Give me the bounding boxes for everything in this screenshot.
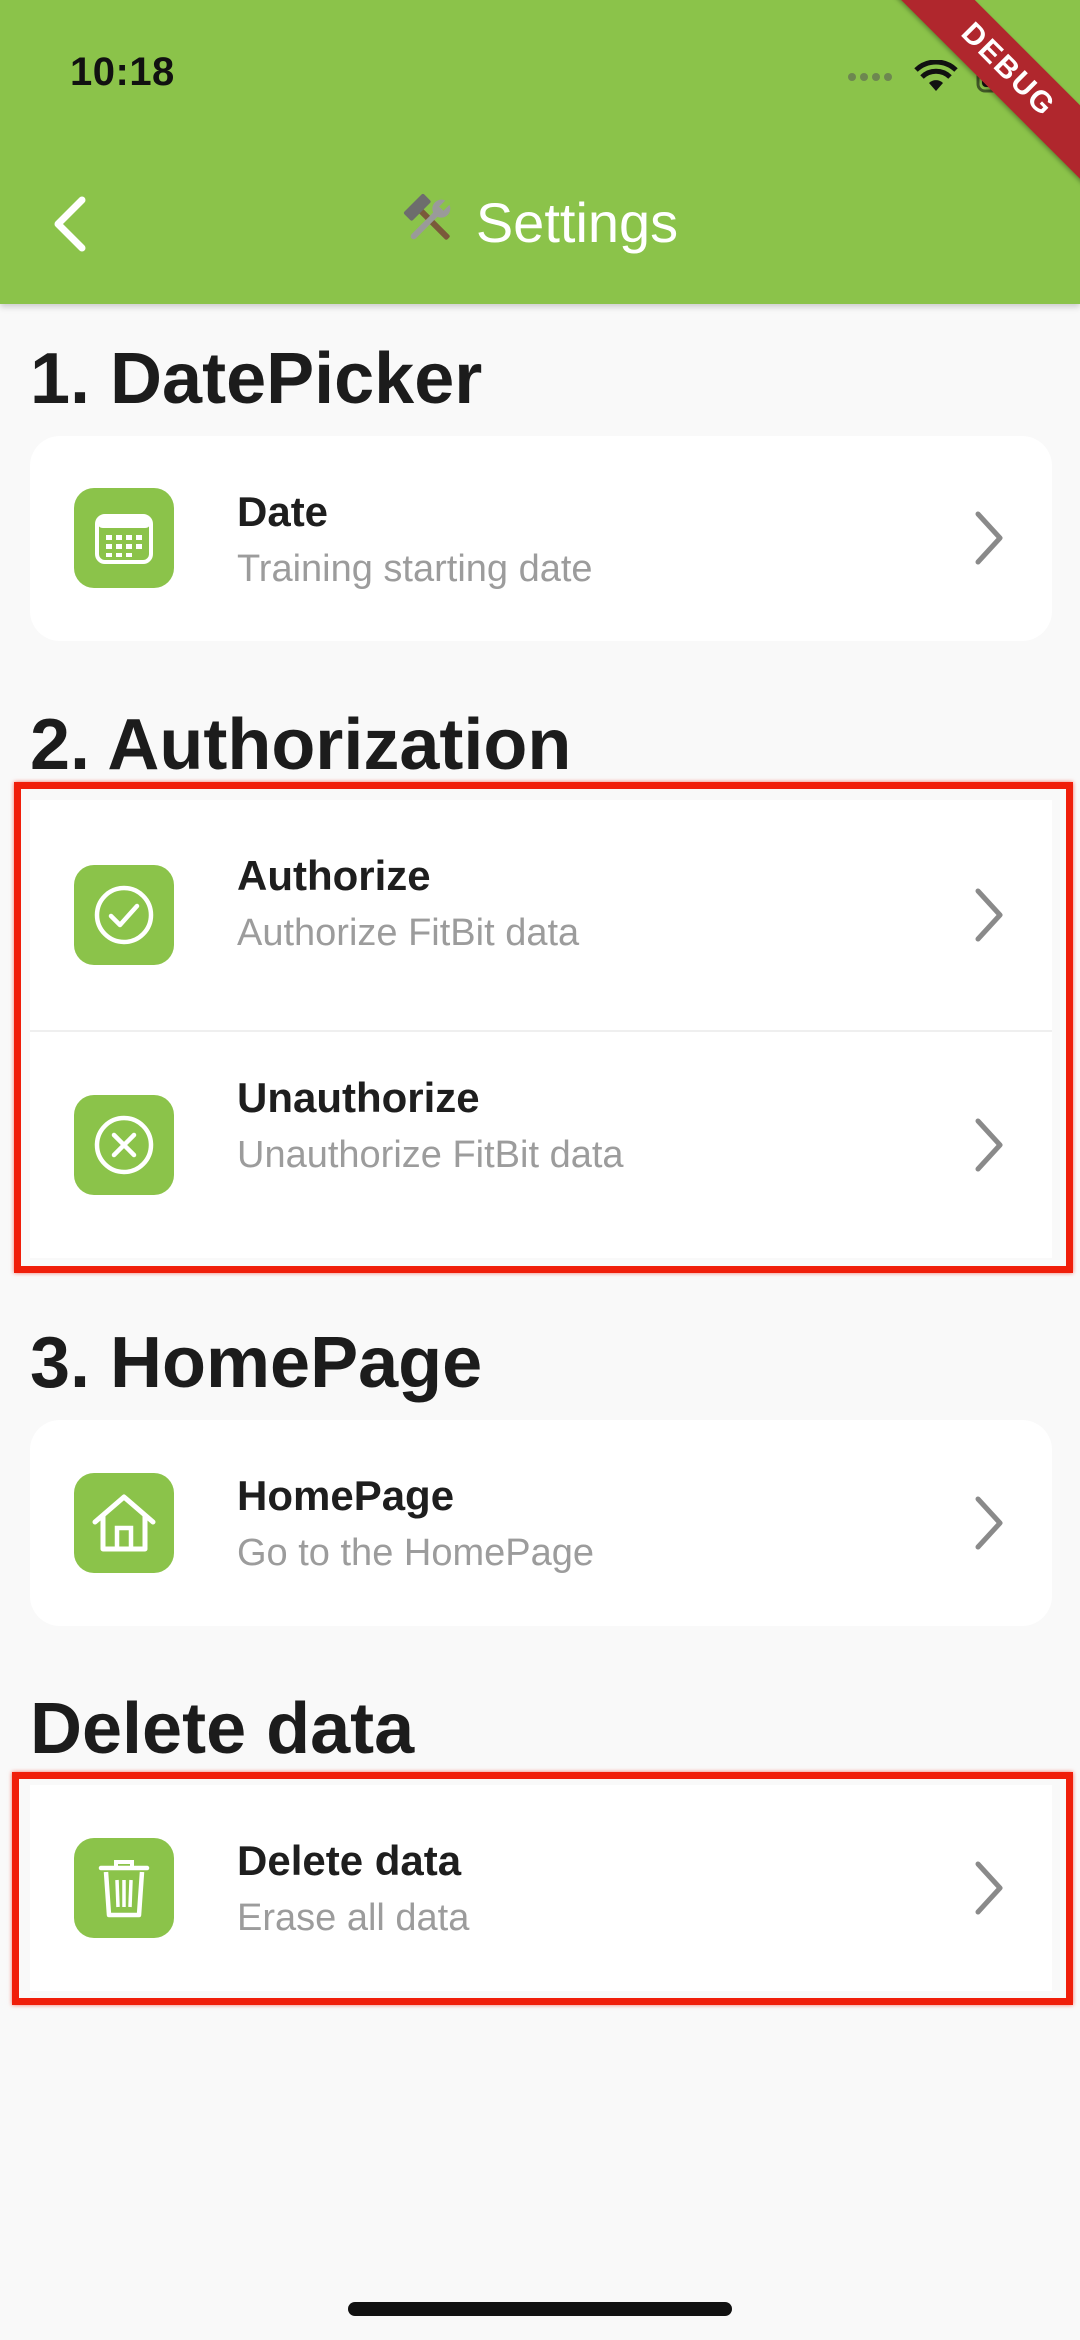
- trash-icon: [74, 1838, 174, 1938]
- check-circle-icon: [74, 865, 174, 965]
- section-heading-authorization: 2. Authorization: [30, 705, 572, 785]
- datepicker-card: Date Training starting date: [30, 436, 1052, 641]
- unauthorize-row-title: Unauthorize: [237, 1074, 480, 1121]
- chevron-right-icon: [972, 510, 1006, 566]
- date-row-title: Date: [237, 488, 329, 535]
- chevron-right-icon: [972, 1117, 1006, 1173]
- section-heading-datepicker: 1. DatePicker: [30, 339, 483, 419]
- delete-data-row[interactable]: Delete data Erase all data: [30, 1785, 1052, 1991]
- status-time: 10:18: [70, 50, 175, 94]
- delete-data-row-subtitle: Erase all data: [237, 1897, 470, 1939]
- calendar-icon: [74, 488, 174, 588]
- date-row-subtitle: Training starting date: [237, 548, 593, 590]
- debug-banner: DEBUG: [862, 0, 1080, 216]
- app-bar: 10:18 Settings DEBUG: [0, 0, 1080, 304]
- chevron-right-icon: [972, 887, 1006, 943]
- cellular-signal-icon: [846, 70, 896, 89]
- homepage-row[interactable]: HomePage Go to the HomePage: [30, 1420, 1052, 1626]
- authorize-row[interactable]: Authorize Authorize FitBit data: [30, 800, 1052, 1030]
- unauthorize-row[interactable]: Unauthorize Unauthorize FitBit data: [30, 1032, 1052, 1258]
- delete-data-card: Delete data Erase all data: [30, 1785, 1052, 1991]
- homepage-row-subtitle: Go to the HomePage: [237, 1532, 594, 1574]
- page-title: Settings: [0, 190, 1080, 255]
- wifi-icon: [914, 59, 958, 99]
- unauthorize-row-subtitle: Unauthorize FitBit data: [237, 1134, 624, 1176]
- section-heading-homepage: 3. HomePage: [30, 1323, 483, 1403]
- authorization-card: Authorize Authorize FitBit data Unauthor…: [30, 800, 1052, 1258]
- chevron-right-icon: [972, 1495, 1006, 1551]
- page-title-text: Settings: [475, 191, 679, 254]
- home-icon: [74, 1473, 174, 1573]
- homepage-row-title: HomePage: [237, 1472, 455, 1519]
- home-indicator[interactable]: [348, 2302, 732, 2316]
- section-heading-delete-data: Delete data: [30, 1689, 415, 1769]
- authorize-row-subtitle: Authorize FitBit data: [237, 912, 580, 954]
- tools-icon: [402, 192, 458, 253]
- chevron-right-icon: [972, 1860, 1006, 1916]
- cancel-circle-icon: [74, 1095, 174, 1195]
- authorize-row-title: Authorize: [237, 852, 431, 899]
- homepage-card: HomePage Go to the HomePage: [30, 1420, 1052, 1626]
- date-row[interactable]: Date Training starting date: [30, 436, 1052, 640]
- delete-data-row-title: Delete data: [237, 1837, 462, 1884]
